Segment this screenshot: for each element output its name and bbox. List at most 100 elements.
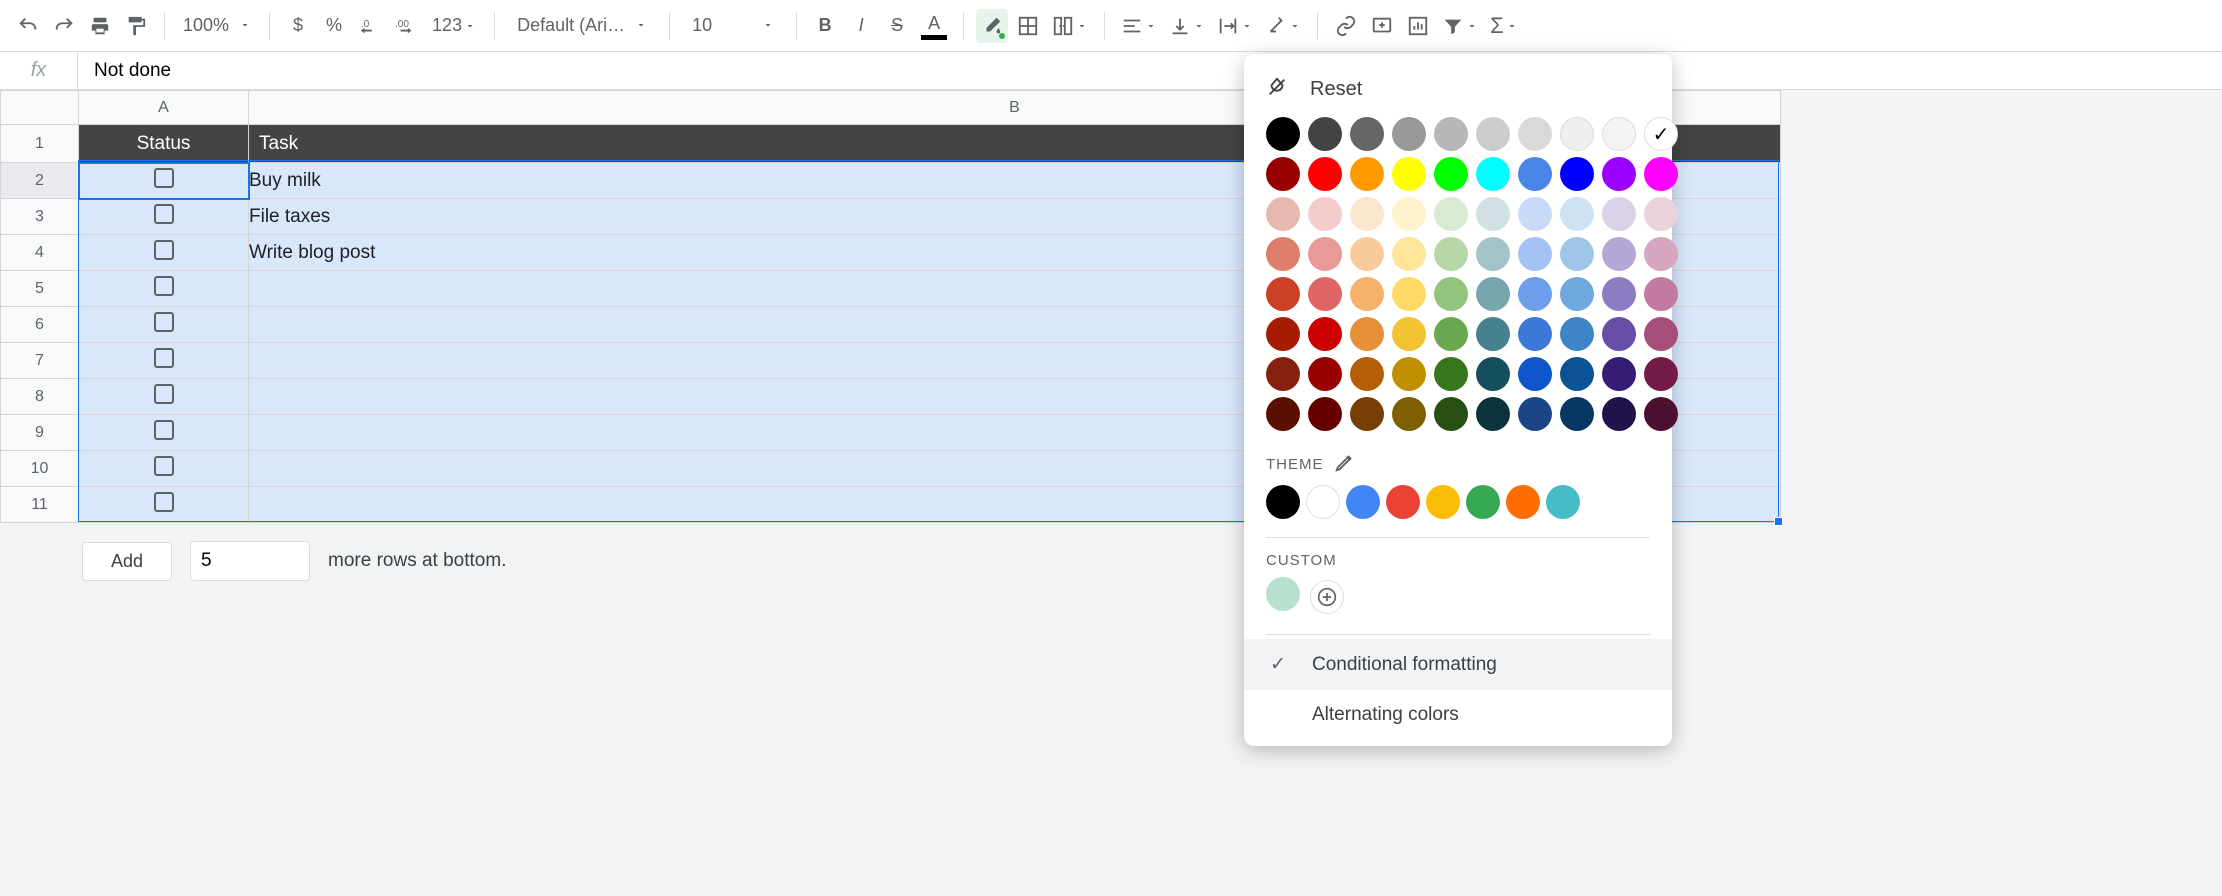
row-header[interactable]: 7 xyxy=(1,343,79,379)
color-swatch[interactable] xyxy=(1434,197,1468,231)
theme-color-swatch[interactable] xyxy=(1346,485,1380,519)
font-size-dropdown[interactable]: 10 xyxy=(682,15,784,36)
color-swatch[interactable] xyxy=(1350,237,1384,271)
theme-color-swatch[interactable] xyxy=(1426,485,1460,519)
color-swatch[interactable] xyxy=(1518,277,1552,311)
color-swatch[interactable] xyxy=(1434,317,1468,351)
row-header[interactable]: 3 xyxy=(1,199,79,235)
color-swatch[interactable] xyxy=(1602,277,1636,311)
color-swatch[interactable] xyxy=(1518,237,1552,271)
strikethrough-button[interactable]: S xyxy=(881,9,913,43)
checkbox-cell[interactable] xyxy=(79,487,249,523)
color-swatch[interactable] xyxy=(1392,277,1426,311)
color-swatch[interactable] xyxy=(1392,157,1426,191)
color-swatch[interactable] xyxy=(1266,117,1300,151)
color-swatch[interactable] xyxy=(1392,397,1426,431)
functions-dropdown[interactable]: Σ xyxy=(1486,9,1522,43)
add-rows-button[interactable]: Add xyxy=(82,542,172,581)
merge-cells-dropdown[interactable] xyxy=(1048,9,1092,43)
row-header[interactable]: 2 xyxy=(1,163,79,199)
color-swatch[interactable] xyxy=(1434,157,1468,191)
column-header-a[interactable]: A xyxy=(79,91,249,125)
color-swatch[interactable] xyxy=(1392,197,1426,231)
color-swatch[interactable] xyxy=(1560,157,1594,191)
borders-button[interactable] xyxy=(1012,9,1044,43)
color-swatch[interactable] xyxy=(1518,117,1552,151)
color-swatch[interactable] xyxy=(1350,357,1384,391)
color-swatch[interactable] xyxy=(1350,397,1384,431)
color-swatch[interactable] xyxy=(1434,357,1468,391)
checkbox-cell[interactable] xyxy=(79,307,249,343)
color-swatch[interactable] xyxy=(1644,277,1678,311)
color-swatch[interactable] xyxy=(1518,157,1552,191)
color-swatch[interactable] xyxy=(1560,357,1594,391)
color-swatch[interactable] xyxy=(1476,317,1510,351)
paint-format-button[interactable] xyxy=(120,9,152,43)
select-all-corner[interactable] xyxy=(1,91,79,125)
insert-comment-button[interactable] xyxy=(1366,9,1398,43)
color-swatch[interactable] xyxy=(1644,117,1678,151)
color-swatch[interactable] xyxy=(1518,397,1552,431)
color-swatch[interactable] xyxy=(1560,237,1594,271)
color-swatch[interactable] xyxy=(1476,357,1510,391)
color-swatch[interactable] xyxy=(1644,317,1678,351)
text-rotation-dropdown[interactable] xyxy=(1261,9,1305,43)
add-custom-color-button[interactable] xyxy=(1310,580,1344,614)
reset-color-row[interactable]: Reset xyxy=(1244,68,1672,111)
theme-color-swatch[interactable] xyxy=(1466,485,1500,519)
color-swatch[interactable] xyxy=(1350,117,1384,151)
increase-decimal-button[interactable]: .00 xyxy=(390,9,422,43)
color-swatch[interactable] xyxy=(1602,197,1636,231)
color-swatch[interactable] xyxy=(1476,117,1510,151)
row-header[interactable]: 5 xyxy=(1,271,79,307)
color-swatch[interactable] xyxy=(1560,317,1594,351)
color-swatch[interactable] xyxy=(1308,277,1342,311)
bold-button[interactable]: B xyxy=(809,9,841,43)
color-swatch[interactable] xyxy=(1392,357,1426,391)
color-swatch[interactable] xyxy=(1266,397,1300,431)
color-swatch[interactable] xyxy=(1560,277,1594,311)
color-swatch[interactable] xyxy=(1266,237,1300,271)
color-swatch[interactable] xyxy=(1434,397,1468,431)
checkbox-cell[interactable] xyxy=(79,415,249,451)
print-button[interactable] xyxy=(84,9,116,43)
color-swatch[interactable] xyxy=(1392,317,1426,351)
color-swatch[interactable] xyxy=(1560,397,1594,431)
color-swatch[interactable] xyxy=(1350,157,1384,191)
color-swatch[interactable] xyxy=(1266,157,1300,191)
conditional-formatting-item[interactable]: ✓ Conditional formatting xyxy=(1244,639,1672,690)
theme-color-swatch[interactable] xyxy=(1546,485,1580,519)
formula-input[interactable] xyxy=(78,52,2222,89)
color-swatch[interactable] xyxy=(1518,197,1552,231)
color-swatch[interactable] xyxy=(1266,197,1300,231)
color-swatch[interactable] xyxy=(1602,157,1636,191)
color-swatch[interactable] xyxy=(1266,317,1300,351)
custom-color-swatch[interactable] xyxy=(1266,577,1300,611)
color-swatch[interactable] xyxy=(1518,317,1552,351)
color-swatch[interactable] xyxy=(1476,157,1510,191)
color-swatch[interactable] xyxy=(1308,117,1342,151)
checkbox-cell[interactable] xyxy=(79,163,249,199)
currency-button[interactable]: $ xyxy=(282,9,314,43)
add-rows-count-input[interactable] xyxy=(190,541,310,581)
color-swatch[interactable] xyxy=(1392,237,1426,271)
checkbox-cell[interactable] xyxy=(79,199,249,235)
color-swatch[interactable] xyxy=(1350,277,1384,311)
color-swatch[interactable] xyxy=(1644,157,1678,191)
filter-dropdown[interactable] xyxy=(1438,9,1482,43)
theme-color-swatch[interactable] xyxy=(1266,485,1300,519)
color-swatch[interactable] xyxy=(1602,117,1636,151)
color-swatch[interactable] xyxy=(1602,317,1636,351)
alternating-colors-item[interactable]: Alternating colors xyxy=(1244,690,1672,740)
color-swatch[interactable] xyxy=(1560,197,1594,231)
more-formats-dropdown[interactable]: 123 xyxy=(426,9,482,43)
checkbox-cell[interactable] xyxy=(79,235,249,271)
italic-button[interactable]: I xyxy=(845,9,877,43)
color-swatch[interactable] xyxy=(1602,357,1636,391)
checkbox-cell[interactable] xyxy=(79,271,249,307)
pencil-icon[interactable] xyxy=(1334,451,1356,477)
color-swatch[interactable] xyxy=(1350,317,1384,351)
color-swatch[interactable] xyxy=(1476,277,1510,311)
color-swatch[interactable] xyxy=(1476,197,1510,231)
color-swatch[interactable] xyxy=(1308,317,1342,351)
